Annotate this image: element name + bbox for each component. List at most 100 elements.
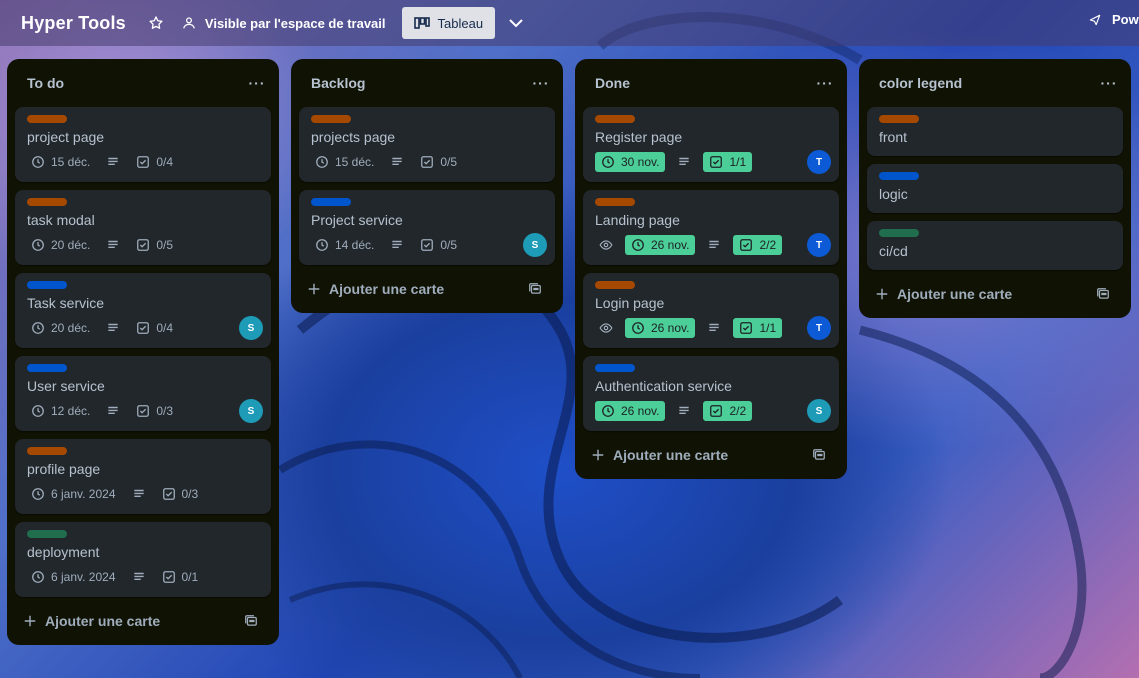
- clock-icon: [31, 570, 45, 584]
- member-avatar[interactable]: S: [523, 233, 547, 257]
- label-blue[interactable]: [595, 364, 635, 372]
- label-green[interactable]: [879, 229, 919, 237]
- due-date-badge[interactable]: 26 nov.: [625, 235, 696, 255]
- add-card-button[interactable]: Ajouter une carte: [591, 447, 728, 463]
- member-avatar[interactable]: S: [807, 399, 831, 423]
- people-icon: [182, 17, 195, 29]
- due-date-badge[interactable]: 26 nov.: [625, 318, 696, 338]
- checklist-icon: [162, 487, 176, 501]
- clock-icon: [31, 238, 45, 252]
- list-title[interactable]: Done: [595, 75, 630, 91]
- card-title: Authentication service: [595, 378, 732, 394]
- label-orange[interactable]: [879, 115, 919, 123]
- description-badge: [673, 152, 695, 172]
- create-from-template-button[interactable]: [1095, 286, 1111, 302]
- label-orange[interactable]: [595, 281, 635, 289]
- card[interactable]: Project service 14 déc. 0/5 S: [299, 190, 555, 265]
- due-date-badge[interactable]: 6 janv. 2024: [27, 484, 120, 504]
- due-date-badge[interactable]: 20 déc.: [27, 318, 94, 338]
- label-blue[interactable]: [27, 364, 67, 372]
- template-icon: [244, 614, 258, 628]
- card[interactable]: Authentication service 26 nov. 2/2 S: [583, 356, 839, 431]
- due-date-badge[interactable]: 6 janv. 2024: [27, 567, 120, 587]
- chevron-down-icon: [509, 19, 523, 28]
- due-date-text: 15 déc.: [51, 155, 91, 169]
- due-date-text: 26 nov.: [621, 404, 660, 418]
- card[interactable]: profile page 6 janv. 2024 0/3: [15, 439, 271, 514]
- due-date-badge[interactable]: 15 déc.: [27, 152, 94, 172]
- label-orange[interactable]: [27, 447, 67, 455]
- powerups-button[interactable]: Pow: [1088, 12, 1139, 27]
- create-from-template-button[interactable]: [811, 447, 827, 463]
- member-avatar[interactable]: T: [807, 316, 831, 340]
- label-blue[interactable]: [311, 198, 351, 206]
- plus-icon: [591, 448, 605, 462]
- description-icon: [390, 238, 404, 252]
- add-card-button[interactable]: Ajouter une carte: [23, 613, 160, 629]
- visibility-button[interactable]: Visible par l'espace de travail: [181, 15, 386, 31]
- checklist-badge: 0/5: [416, 235, 461, 255]
- card[interactable]: deployment 6 janv. 2024 0/1: [15, 522, 271, 597]
- label-orange[interactable]: [595, 115, 635, 123]
- label-orange[interactable]: [311, 115, 351, 123]
- list-menu-button[interactable]: ···: [815, 73, 835, 93]
- label-blue[interactable]: [879, 172, 919, 180]
- card-title: User service: [27, 378, 105, 394]
- card[interactable]: Landing page 26 nov. 2/2 T: [583, 190, 839, 265]
- card-badges: 26 nov. 2/2: [595, 399, 827, 423]
- add-card-button[interactable]: Ajouter une carte: [307, 281, 444, 297]
- card[interactable]: Register page 30 nov. 1/1 T: [583, 107, 839, 182]
- list-header: color legend ···: [867, 59, 1123, 107]
- create-from-template-button[interactable]: [527, 281, 543, 297]
- member-avatar[interactable]: S: [239, 399, 263, 423]
- plus-icon: [307, 282, 321, 296]
- list-title[interactable]: Backlog: [311, 75, 365, 91]
- card[interactable]: Login page 26 nov. 1/1 T: [583, 273, 839, 348]
- description-badge: [102, 235, 124, 255]
- board-title[interactable]: Hyper Tools: [21, 13, 126, 34]
- card-title: task modal: [27, 212, 95, 228]
- due-date-badge[interactable]: 26 nov.: [595, 401, 666, 421]
- due-date-badge[interactable]: 15 déc.: [311, 152, 378, 172]
- card[interactable]: front: [867, 107, 1123, 156]
- card[interactable]: task modal 20 déc. 0/5: [15, 190, 271, 265]
- list-menu-button[interactable]: ···: [247, 73, 267, 93]
- due-date-badge[interactable]: 12 déc.: [27, 401, 94, 421]
- card[interactable]: logic: [867, 164, 1123, 213]
- card[interactable]: projects page 15 déc. 0/5: [299, 107, 555, 182]
- member-avatar[interactable]: T: [807, 150, 831, 174]
- add-card-row: Ajouter une carte: [867, 270, 1123, 318]
- label-orange[interactable]: [595, 198, 635, 206]
- list-title[interactable]: To do: [27, 75, 64, 91]
- add-card-button[interactable]: Ajouter une carte: [875, 286, 1012, 302]
- clock-icon: [315, 155, 329, 169]
- card[interactable]: Task service 20 déc. 0/4 S: [15, 273, 271, 348]
- add-card-row: Ajouter une carte: [583, 431, 839, 479]
- card[interactable]: User service 12 déc. 0/3 S: [15, 356, 271, 431]
- card[interactable]: project page 15 déc. 0/4: [15, 107, 271, 182]
- label-orange[interactable]: [27, 115, 67, 123]
- star-button[interactable]: [146, 13, 166, 33]
- label-orange[interactable]: [27, 198, 67, 206]
- board-view-button[interactable]: Tableau: [401, 7, 496, 39]
- due-date-badge[interactable]: 20 déc.: [27, 235, 94, 255]
- list-menu-button[interactable]: ···: [1099, 73, 1119, 93]
- card-title: project page: [27, 129, 105, 145]
- due-date-badge[interactable]: 14 déc.: [311, 235, 378, 255]
- create-from-template-button[interactable]: [243, 613, 259, 629]
- due-date-badge[interactable]: 30 nov.: [595, 152, 666, 172]
- card-title: Task service: [27, 295, 105, 311]
- list-title[interactable]: color legend: [879, 75, 962, 91]
- member-avatar[interactable]: S: [239, 316, 263, 340]
- label-blue[interactable]: [27, 281, 67, 289]
- label-green[interactable]: [27, 530, 67, 538]
- view-switcher-button[interactable]: [507, 14, 525, 32]
- card[interactable]: ci/cd: [867, 221, 1123, 270]
- card-badges: 15 déc. 0/5: [311, 150, 543, 174]
- template-icon: [528, 282, 542, 296]
- checklist-badge: 0/3: [132, 401, 177, 421]
- checklist-text: 2/2: [759, 238, 777, 252]
- member-avatar[interactable]: T: [807, 233, 831, 257]
- card-badges: 20 déc. 0/5: [27, 233, 259, 257]
- list-menu-button[interactable]: ···: [531, 73, 551, 93]
